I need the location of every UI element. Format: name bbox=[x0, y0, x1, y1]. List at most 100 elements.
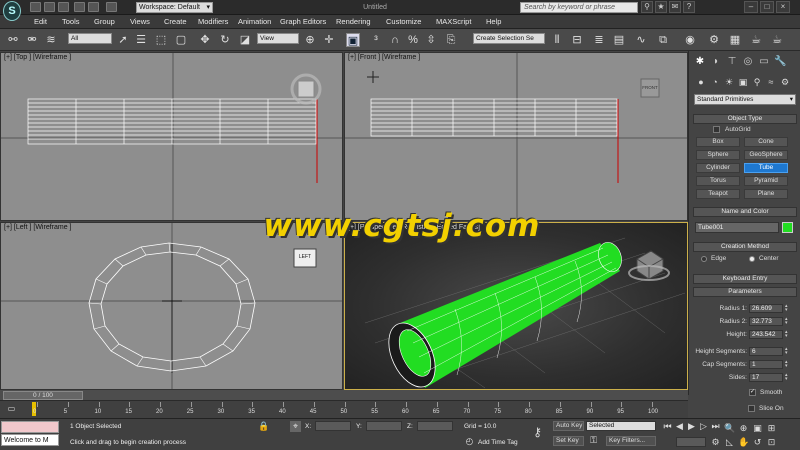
time-slider-knob[interactable]: 0 / 100 bbox=[3, 391, 83, 400]
time-configuration-icon[interactable]: ⚙ bbox=[710, 437, 721, 448]
add-time-tag-label[interactable]: Add Time Tag bbox=[478, 439, 518, 446]
pivot-center-icon[interactable]: ⊕ bbox=[303, 33, 317, 47]
rollout-parameters[interactable]: Parameters bbox=[693, 287, 797, 297]
menu-views[interactable]: Views bbox=[130, 17, 150, 26]
cylinder-button[interactable]: Cylinder bbox=[696, 163, 740, 173]
maxscript-listener-swatch[interactable] bbox=[1, 421, 59, 433]
center-radio[interactable] bbox=[749, 256, 755, 262]
angle-snap-icon[interactable]: ∩ bbox=[388, 33, 402, 47]
key-filters-button[interactable]: Key Filters... bbox=[606, 436, 656, 446]
cap-segments-spinner-icon[interactable]: ▴ ▾ bbox=[785, 360, 790, 369]
y-coordinate-field[interactable] bbox=[366, 421, 402, 431]
open-file-icon[interactable] bbox=[44, 2, 55, 12]
named-selection-dropdown[interactable]: Create Selection Se bbox=[473, 33, 545, 44]
field-of-view-icon[interactable]: ◺ bbox=[724, 437, 735, 448]
radius2-spinner-icon[interactable]: ▴ ▾ bbox=[785, 317, 790, 326]
object-name-field[interactable]: Tube001 bbox=[695, 222, 779, 233]
teapot-button[interactable]: Teapot bbox=[696, 189, 740, 199]
undo-icon[interactable] bbox=[74, 2, 85, 12]
key-mode-dropdown[interactable]: Selected bbox=[586, 421, 656, 431]
select-object-icon[interactable]: ➚ bbox=[116, 33, 130, 47]
pan-icon[interactable]: ✋ bbox=[738, 437, 749, 448]
set-key-button[interactable]: Set Key bbox=[553, 436, 584, 446]
radius1-spinner-icon[interactable]: ▴ ▾ bbox=[785, 304, 790, 313]
display-tab-icon[interactable]: ▭ bbox=[758, 56, 770, 68]
cameras-icon[interactable]: ▣ bbox=[737, 76, 749, 88]
select-and-link-icon[interactable]: ⚯ bbox=[6, 33, 20, 47]
geometry-icon[interactable]: ● bbox=[695, 76, 707, 88]
motion-tab-icon[interactable]: ◎ bbox=[742, 56, 754, 68]
zoom-extents-icon[interactable]: ▣ bbox=[752, 423, 763, 434]
maximize-viewport-icon[interactable]: ⊡ bbox=[766, 437, 777, 448]
select-by-name-icon[interactable]: ☰ bbox=[134, 33, 148, 47]
bind-space-warp-icon[interactable]: ≋ bbox=[44, 33, 58, 47]
viewport-top[interactable]: [+] [Top ] [Wireframe ] bbox=[0, 52, 343, 221]
menu-edit[interactable]: Edit bbox=[34, 17, 47, 26]
scale-icon[interactable]: ◪ bbox=[238, 33, 252, 47]
tube-button[interactable]: Tube bbox=[744, 163, 788, 173]
viewcube-front-label[interactable]: FRONT bbox=[641, 85, 659, 90]
material-editor-icon[interactable]: ◉ bbox=[683, 33, 697, 47]
selection-filter-dropdown[interactable]: All bbox=[68, 33, 112, 44]
communication-icon[interactable]: ✉ bbox=[669, 1, 681, 13]
close-icon[interactable]: × bbox=[776, 1, 790, 13]
shapes-icon[interactable]: ◔ bbox=[709, 76, 721, 88]
menu-graph-editors[interactable]: Graph Editors bbox=[280, 17, 326, 26]
maximize-icon[interactable]: □ bbox=[760, 1, 774, 13]
zoom-icon[interactable]: 🔍 bbox=[724, 423, 735, 434]
auto-key-button[interactable]: Auto Key bbox=[553, 421, 584, 431]
hierarchy-tab-icon[interactable]: ⊤ bbox=[726, 56, 738, 68]
rotate-icon[interactable]: ↻ bbox=[218, 33, 232, 47]
new-file-icon[interactable] bbox=[30, 2, 41, 12]
modify-tab-icon[interactable]: ◗ bbox=[710, 56, 722, 68]
minimize-icon[interactable]: – bbox=[744, 1, 758, 13]
create-tab-icon[interactable]: ✱ bbox=[694, 56, 706, 68]
reference-coordinate-dropdown[interactable]: View bbox=[257, 33, 299, 44]
helpers-icon[interactable]: ⚲ bbox=[751, 76, 763, 88]
viewport-front[interactable]: [+] [Front ] [Wireframe ] FRONT bbox=[344, 52, 688, 221]
edge-radio[interactable] bbox=[701, 256, 707, 262]
mini-curve-editor-icon[interactable]: ▭ bbox=[6, 403, 17, 414]
slice-on-checkbox[interactable] bbox=[748, 405, 755, 412]
object-color-swatch[interactable] bbox=[782, 222, 793, 233]
menu-tools[interactable]: Tools bbox=[62, 17, 80, 26]
menu-group[interactable]: Group bbox=[94, 17, 115, 26]
subscription-icon[interactable]: ★ bbox=[655, 1, 667, 13]
move-icon[interactable]: ✥ bbox=[198, 33, 212, 47]
menu-animation[interactable]: Animation bbox=[238, 17, 271, 26]
utilities-tab-icon[interactable]: 🔧 bbox=[774, 56, 786, 68]
menu-maxscript[interactable]: MAXScript bbox=[436, 17, 471, 26]
menu-create[interactable]: Create bbox=[164, 17, 187, 26]
radius1-field[interactable]: 26.609 bbox=[749, 304, 783, 313]
curve-editor-icon[interactable]: ∿ bbox=[634, 33, 648, 47]
sides-field[interactable]: 17 bbox=[749, 373, 783, 382]
cone-button[interactable]: Cone bbox=[744, 137, 788, 147]
torus-button[interactable]: Torus bbox=[696, 176, 740, 186]
set-key-mode-icon[interactable]: ⚷ bbox=[532, 426, 543, 438]
align-icon[interactable]: ⊟ bbox=[570, 33, 584, 47]
pyramid-button[interactable]: Pyramid bbox=[744, 176, 788, 186]
height-spinner-icon[interactable]: ▴ ▾ bbox=[785, 330, 790, 339]
maxscript-mini-listener[interactable]: Welcome to M bbox=[1, 434, 59, 446]
mirror-icon[interactable]: ⫴ bbox=[550, 33, 564, 47]
rect-selection-icon[interactable]: ⬚ bbox=[154, 33, 168, 47]
menu-rendering[interactable]: Rendering bbox=[336, 17, 371, 26]
go-to-start-icon[interactable]: ⏮ bbox=[662, 421, 673, 432]
render-setup-icon[interactable]: ⚙ bbox=[707, 33, 721, 47]
time-tag-icon[interactable]: ◴ bbox=[464, 436, 475, 447]
orbit-icon[interactable]: ↺ bbox=[752, 437, 763, 448]
geosphere-button[interactable]: GeoSphere bbox=[744, 150, 788, 160]
systems-icon[interactable]: ⚙ bbox=[779, 76, 791, 88]
sphere-button[interactable]: Sphere bbox=[696, 150, 740, 160]
absolute-mode-icon[interactable]: ⌖ bbox=[290, 421, 301, 432]
box-button[interactable]: Box bbox=[696, 137, 740, 147]
help-icon[interactable]: ? bbox=[683, 1, 695, 13]
height-field[interactable]: 243.542 bbox=[749, 330, 783, 339]
radius2-field[interactable]: 32.773 bbox=[749, 317, 783, 326]
x-coordinate-field[interactable] bbox=[315, 421, 351, 431]
cap-segments-field[interactable]: 1 bbox=[749, 360, 783, 369]
edit-named-selection-icon[interactable]: ⎘ bbox=[444, 33, 458, 47]
graphite-ribbon-icon[interactable]: ▤ bbox=[612, 33, 626, 47]
search-input[interactable]: Search by keyword or phrase bbox=[520, 2, 638, 13]
height-segments-field[interactable]: 6 bbox=[749, 347, 783, 356]
